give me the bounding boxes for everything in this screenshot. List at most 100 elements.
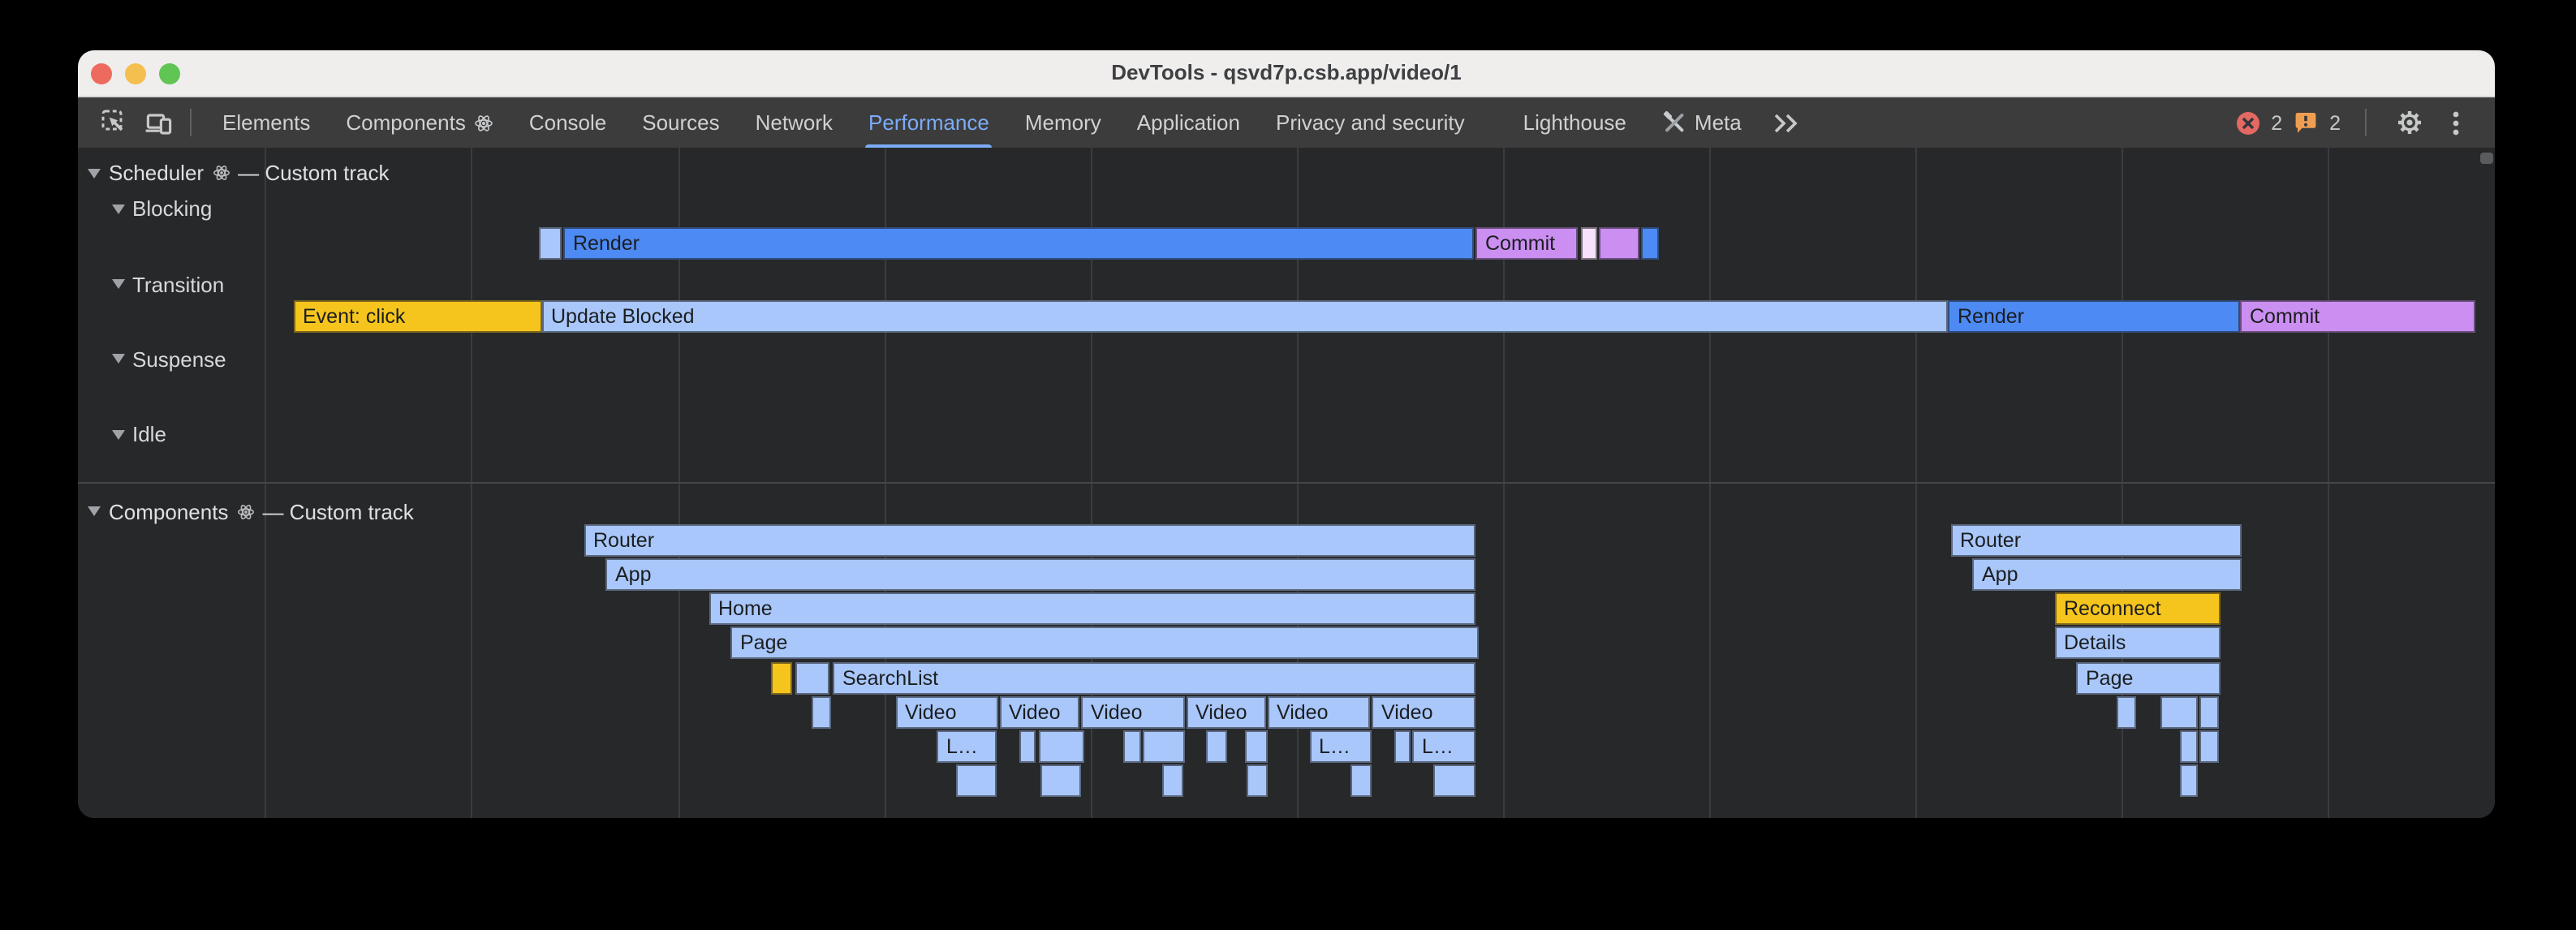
track-title: Components	[109, 499, 228, 523]
flame-bar[interactable]	[1599, 226, 1639, 259]
bar-label: App	[1974, 560, 2239, 589]
flame-bar-reconnect[interactable]: Reconnect	[2054, 592, 2220, 625]
bar-label: Router	[585, 525, 1473, 554]
titlebar: DevTools - qsvd7p.csb.app/video/1	[78, 50, 2495, 97]
tab-performance[interactable]: Performance	[851, 97, 1007, 148]
warning-badge-icon[interactable]	[2294, 110, 2318, 135]
flame-bar[interactable]	[1580, 226, 1597, 259]
kebab-menu-button[interactable]	[2438, 103, 2474, 142]
inspect-element-button[interactable]	[96, 103, 131, 142]
toolbar-divider	[2365, 109, 2367, 136]
flame-bar[interactable]	[812, 696, 830, 729]
collapse-triangle-icon[interactable]	[111, 429, 124, 439]
flame-bar[interactable]	[1143, 730, 1185, 763]
flame-bar-l[interactable]: L…	[1412, 730, 1475, 763]
scrollbar-thumb[interactable]	[2480, 152, 2493, 163]
collapse-triangle-icon[interactable]	[88, 168, 101, 178]
react-atom-icon	[212, 164, 230, 182]
flame-bar-commit[interactable]: Commit	[1475, 226, 1577, 259]
tab-memory[interactable]: Memory	[1007, 97, 1119, 148]
flame-bar[interactable]	[2160, 696, 2198, 729]
tab-elements[interactable]: Elements	[205, 97, 328, 148]
flame-bar[interactable]	[2199, 696, 2219, 729]
collapse-triangle-icon[interactable]	[88, 506, 101, 516]
flame-bar[interactable]	[539, 226, 561, 259]
flame-bar-video[interactable]: Video	[1267, 696, 1370, 729]
flame-bar-page[interactable]: Page	[730, 627, 1478, 660]
flame-bar[interactable]	[1205, 730, 1226, 763]
flame-bar-render[interactable]: Render	[563, 226, 1474, 259]
device-toolbar-button[interactable]	[141, 103, 177, 142]
tab-lighthouse[interactable]: Lighthouse	[1506, 97, 1644, 148]
flame-bar-commit[interactable]: Commit	[2240, 299, 2475, 332]
flame-bar-video[interactable]: Video	[1081, 696, 1184, 729]
flame-bar[interactable]	[1433, 765, 1475, 798]
flame-bar-router[interactable]: Router	[584, 523, 1475, 556]
tab-console[interactable]: Console	[511, 97, 624, 148]
bar-label: Video	[1269, 698, 1368, 727]
settings-button[interactable]	[2391, 103, 2427, 142]
flame-bar[interactable]	[1350, 765, 1371, 798]
tab-sources[interactable]: Sources	[624, 97, 737, 148]
tab-components[interactable]: Components	[328, 97, 510, 148]
bar-label: Video	[1187, 698, 1264, 727]
flame-bar-update-blocked[interactable]: Update Blocked	[541, 299, 1948, 332]
error-badge-icon[interactable]	[2237, 111, 2259, 134]
tab-network[interactable]: Network	[738, 97, 851, 148]
flame-bar-home[interactable]: Home	[709, 592, 1475, 625]
collapse-triangle-icon[interactable]	[111, 279, 124, 289]
flame-bar[interactable]	[1040, 765, 1081, 798]
flame-bar-details[interactable]: Details	[2054, 627, 2220, 660]
flame-bar-event-click[interactable]: Event: click	[293, 299, 541, 332]
track-header-scheduler[interactable]: Scheduler — Custom track	[88, 161, 389, 185]
flame-bar-l[interactable]: L…	[1309, 730, 1371, 763]
hammer-wrench-icon	[1662, 110, 1686, 135]
flame-bar[interactable]	[955, 765, 997, 798]
tab-meta[interactable]: Meta	[1644, 97, 1760, 148]
flame-bar-router[interactable]: Router	[1950, 523, 2241, 556]
lane-suspense[interactable]: Suspense	[111, 347, 226, 371]
flame-bar-app[interactable]: App	[605, 558, 1475, 591]
flame-bar[interactable]	[1162, 765, 1182, 798]
flame-bar-render[interactable]: Render	[1948, 299, 2240, 332]
flame-bar-l[interactable]: L…	[937, 730, 997, 763]
flame-bar[interactable]	[1038, 730, 1083, 763]
flame-bar[interactable]	[770, 661, 792, 694]
flame-bar[interactable]	[1247, 765, 1268, 798]
bar-label: Page	[2078, 663, 2218, 692]
track-header-components[interactable]: Components — Custom track	[88, 499, 414, 523]
flame-bar[interactable]	[1122, 730, 1141, 763]
devtools-toolbar: Elements Components Console Sources Netw…	[78, 97, 2495, 148]
bar-label: Event: click	[295, 301, 540, 330]
lane-blocking[interactable]: Blocking	[111, 196, 212, 221]
flame-bar-video[interactable]: Video	[999, 696, 1079, 729]
tab-application[interactable]: Application	[1119, 97, 1258, 148]
flame-bar[interactable]	[1394, 730, 1411, 763]
flame-bar[interactable]	[1641, 226, 1658, 259]
flame-bar[interactable]	[1245, 730, 1268, 763]
tab-privacy-and-security[interactable]: Privacy and security	[1258, 97, 1483, 148]
flame-bar[interactable]	[2180, 765, 2198, 798]
lane-idle[interactable]: Idle	[111, 422, 166, 446]
tab-label: Network	[756, 110, 833, 135]
window-title: DevTools - qsvd7p.csb.app/video/1	[78, 50, 2495, 96]
flame-bar[interactable]	[1019, 730, 1036, 763]
flame-bar[interactable]	[2117, 696, 2136, 729]
lane-transition[interactable]: Transition	[111, 272, 224, 296]
lane-title: Transition	[132, 272, 224, 296]
flame-bar-searchlist[interactable]: SearchList	[833, 661, 1475, 694]
flame-bar[interactable]	[2199, 730, 2219, 763]
flame-bar-app[interactable]: App	[1972, 558, 2241, 591]
flame-bar[interactable]	[795, 661, 829, 694]
flame-bar-video[interactable]: Video	[1186, 696, 1266, 729]
bar-label: Commit	[2242, 301, 2473, 330]
bar-label: SearchList	[834, 663, 1474, 692]
flame-bar[interactable]	[2180, 730, 2198, 763]
collapse-triangle-icon[interactable]	[111, 354, 124, 364]
flame-bar-video[interactable]: Video	[895, 696, 998, 729]
more-tabs-button[interactable]	[1773, 111, 1800, 134]
collapse-triangle-icon[interactable]	[111, 204, 124, 213]
screen: DevTools - qsvd7p.csb.app/video/1	[0, 0, 2576, 930]
flame-bar-video[interactable]: Video	[1372, 696, 1475, 729]
flame-bar-page[interactable]: Page	[2076, 661, 2220, 694]
